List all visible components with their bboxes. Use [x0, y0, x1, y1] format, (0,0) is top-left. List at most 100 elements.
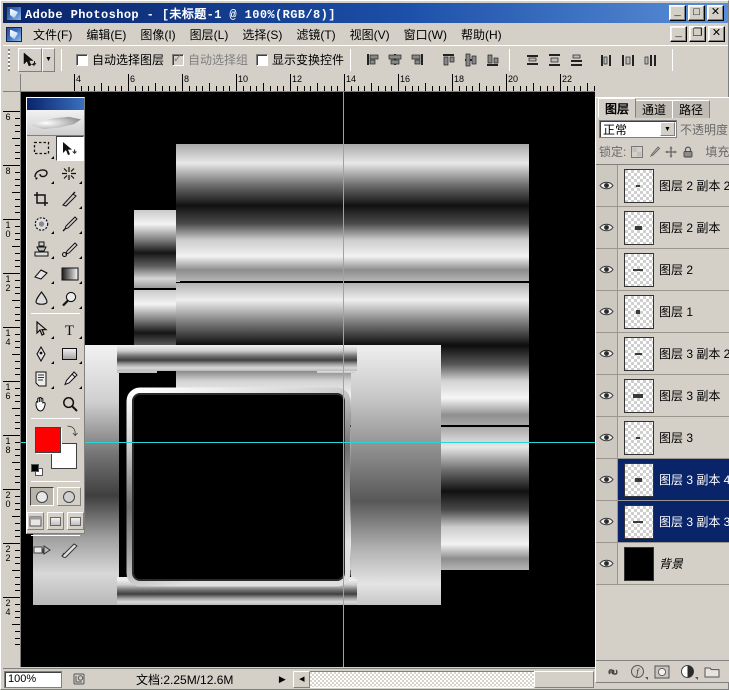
- document-icon[interactable]: [6, 26, 22, 42]
- swap-colors-icon[interactable]: ⤵: [67, 423, 78, 439]
- layer-thumbnail[interactable]: [624, 294, 654, 329]
- chevron-down-icon[interactable]: ▼: [659, 122, 675, 136]
- menu-file[interactable]: 文件(F): [26, 24, 79, 45]
- foreground-color-swatch[interactable]: [35, 427, 61, 453]
- quick-mask-mode-button[interactable]: [57, 487, 81, 506]
- tool-healing-brush[interactable]: [27, 211, 56, 236]
- layer-row[interactable]: 图层 2 副本 2: [596, 165, 729, 207]
- standard-screen-mode-button[interactable]: [27, 512, 44, 530]
- options-bar-grip[interactable]: [6, 48, 13, 71]
- tool-lasso[interactable]: [27, 161, 56, 186]
- auto-select-group-option[interactable]: 自动选择组: [172, 51, 248, 68]
- layer-mask-icon[interactable]: [654, 664, 670, 680]
- show-transform-controls-option[interactable]: 显示变换控件: [256, 51, 344, 68]
- doc-restore-button[interactable]: ❐: [689, 26, 706, 42]
- scroll-left-button[interactable]: ◀: [293, 670, 311, 688]
- menu-edit[interactable]: 编辑(E): [79, 24, 133, 45]
- layer-row[interactable]: 图层 3 副本 3: [596, 501, 729, 543]
- tool-crop[interactable]: [27, 186, 56, 211]
- layer-visibility-toggle[interactable]: [596, 375, 618, 416]
- layer-visibility-toggle[interactable]: [596, 207, 618, 248]
- auto-select-layer-checkbox[interactable]: [76, 53, 88, 66]
- jump-to-other-icon[interactable]: [58, 541, 80, 559]
- tool-clone-stamp[interactable]: [27, 236, 56, 261]
- align-right-edges-icon[interactable]: [407, 49, 428, 70]
- default-colors-icon[interactable]: [31, 464, 43, 476]
- tool-history-brush[interactable]: [56, 236, 85, 261]
- tool-path-selection[interactable]: [27, 316, 56, 341]
- adjustment-layer-icon[interactable]: [679, 664, 698, 680]
- layer-row[interactable]: 图层 3: [596, 417, 729, 459]
- scroll-thumb[interactable]: [534, 670, 594, 688]
- distribute-bottom-edges-icon[interactable]: [566, 49, 587, 70]
- new-group-icon[interactable]: [704, 664, 720, 680]
- layer-thumbnail[interactable]: [624, 546, 654, 581]
- maximize-button[interactable]: □: [688, 5, 705, 21]
- jump-to-imageready-icon[interactable]: [32, 541, 54, 559]
- layer-visibility-toggle[interactable]: [596, 543, 618, 584]
- align-left-edges-icon[interactable]: [363, 49, 384, 70]
- full-screen-with-menubar-button[interactable]: [47, 512, 64, 530]
- menu-view[interactable]: 视图(V): [343, 24, 397, 45]
- distribute-horizontal-centers-icon[interactable]: [618, 49, 639, 70]
- layer-thumbnail[interactable]: [624, 420, 654, 455]
- tool-gradient[interactable]: [56, 261, 85, 286]
- horizontal-scrollbar[interactable]: ◀: [293, 670, 594, 688]
- layer-thumbnail[interactable]: [624, 168, 654, 203]
- tool-rectangle-shape[interactable]: [56, 341, 85, 366]
- align-horizontal-centers-icon[interactable]: [385, 49, 406, 70]
- lock-all-icon[interactable]: [682, 145, 694, 158]
- layer-thumbnail[interactable]: [624, 210, 654, 245]
- minimize-button[interactable]: _: [669, 5, 686, 21]
- layer-row[interactable]: 图层 2 副本: [596, 207, 729, 249]
- tool-brush[interactable]: [56, 211, 85, 236]
- layer-visibility-toggle[interactable]: [596, 249, 618, 290]
- tool-hand[interactable]: [27, 391, 56, 416]
- layer-thumbnail[interactable]: [624, 336, 654, 371]
- layer-visibility-toggle[interactable]: [596, 165, 618, 206]
- zoom-level-input[interactable]: 100%: [4, 670, 62, 688]
- show-transform-controls-checkbox[interactable]: [256, 53, 269, 66]
- layer-row[interactable]: 背景: [596, 543, 729, 585]
- tool-type[interactable]: T: [56, 316, 85, 341]
- horizontal-guide[interactable]: [21, 442, 595, 443]
- align-bottom-edges-icon[interactable]: [483, 49, 504, 70]
- tool-blur[interactable]: [27, 286, 56, 311]
- preview-proxy-icon[interactable]: [68, 671, 90, 688]
- lock-position-icon[interactable]: [665, 145, 677, 158]
- layer-thumbnail[interactable]: [624, 462, 654, 497]
- tool-dodge[interactable]: [56, 286, 85, 311]
- distribute-left-edges-icon[interactable]: [596, 49, 617, 70]
- auto-select-group-checkbox[interactable]: [172, 52, 185, 66]
- tool-zoom[interactable]: [56, 391, 85, 416]
- tool-notes[interactable]: [27, 366, 56, 391]
- tool-magic-wand[interactable]: [56, 161, 85, 186]
- full-screen-mode-button[interactable]: [67, 512, 84, 530]
- toolbox-title-bar[interactable]: [27, 98, 84, 110]
- ruler-origin-corner[interactable]: [3, 74, 21, 92]
- vertical-ruler[interactable]: 6 8 1 0 1 2 1 4 1 6 1 8 2 0 2 2 2 4: [3, 92, 21, 667]
- scroll-track[interactable]: [310, 670, 534, 688]
- menu-filter[interactable]: 滤镜(T): [289, 24, 342, 45]
- doc-minimize-button[interactable]: _: [670, 26, 687, 42]
- tool-slice[interactable]: [56, 186, 85, 211]
- horizontal-ruler[interactable]: 4 6 8 10 12 14 16 18 20 22: [21, 74, 595, 92]
- menu-window[interactable]: 窗口(W): [397, 24, 454, 45]
- layer-visibility-toggle[interactable]: [596, 291, 618, 332]
- layer-row[interactable]: 图层 2: [596, 249, 729, 291]
- distribute-top-edges-icon[interactable]: [522, 49, 543, 70]
- canvas[interactable]: [21, 92, 595, 667]
- tool-move[interactable]: [55, 136, 84, 161]
- menu-help[interactable]: 帮助(H): [454, 24, 509, 45]
- layer-visibility-toggle[interactable]: [596, 459, 618, 500]
- auto-select-layer-option[interactable]: 自动选择图层: [76, 51, 164, 68]
- close-button[interactable]: ✕: [707, 5, 724, 21]
- lock-image-pixels-icon[interactable]: [648, 145, 661, 158]
- menu-select[interactable]: 选择(S): [235, 24, 289, 45]
- blend-mode-select[interactable]: 正常 ▼: [599, 120, 677, 138]
- distribute-right-edges-icon[interactable]: [640, 49, 661, 70]
- tab-layers[interactable]: 图层: [598, 98, 637, 118]
- standard-mode-button[interactable]: [30, 487, 54, 506]
- menu-image[interactable]: 图像(I): [133, 24, 182, 45]
- vertical-guide[interactable]: [343, 92, 344, 667]
